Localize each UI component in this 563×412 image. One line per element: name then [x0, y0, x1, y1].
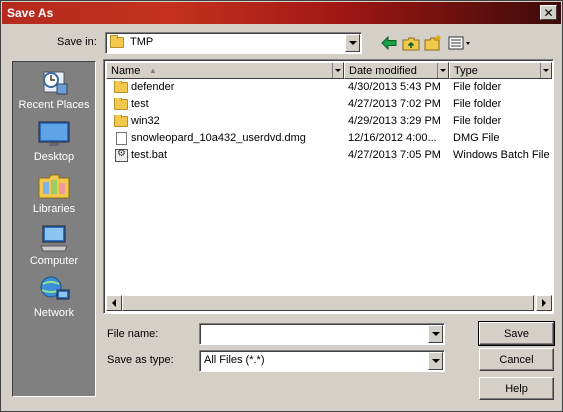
chevron-down-icon[interactable] [345, 34, 360, 52]
arrow-right-icon [542, 299, 546, 307]
arrow-left-icon [112, 299, 116, 307]
file-name: defender [131, 81, 175, 93]
scroll-left-button[interactable] [106, 295, 122, 311]
save-in-dropdown[interactable]: TMP [105, 32, 362, 54]
back-arrow-icon[interactable] [379, 34, 399, 52]
file-name-label: File name: [107, 328, 159, 340]
close-icon: ✕ [543, 5, 554, 20]
file-type: File folder [453, 98, 502, 110]
file-name-input[interactable] [199, 323, 445, 345]
scroll-right-button[interactable] [536, 295, 552, 311]
place-recent-places[interactable]: Recent Places [13, 66, 95, 111]
save-as-type-label: Save as type: [107, 354, 174, 366]
column-header-type[interactable]: Type [449, 62, 552, 79]
file-row[interactable]: win32 4/29/2013 3:29 PM File folder [106, 113, 552, 130]
file-row[interactable]: snowleopard_10a432_userdvd.dmg 12/16/201… [106, 130, 552, 147]
save-in-value: TMP [110, 34, 154, 48]
file-date: 4/27/2013 7:05 PM [348, 149, 441, 161]
place-label: Libraries [32, 203, 76, 215]
title-bar[interactable]: Save As ✕ [2, 2, 561, 24]
file-name: snowleopard_10a432_userdvd.dmg [131, 132, 306, 144]
sort-ascending-icon: ▲ [149, 66, 157, 75]
place-computer[interactable]: Computer [13, 222, 95, 267]
file-row[interactable]: test 4/27/2013 7:02 PM File folder [106, 96, 552, 113]
file-type: File folder [453, 81, 502, 93]
file-date: 12/16/2012 4:00... [348, 132, 437, 144]
file-list[interactable]: Name ▲ Date modified Type defender 4/30/… [103, 59, 554, 314]
desktop-icon [37, 118, 71, 148]
place-label: Computer [29, 255, 79, 267]
new-folder-icon[interactable] [423, 34, 443, 52]
chevron-down-icon[interactable] [332, 63, 343, 78]
column-header-label: Date modified [349, 65, 417, 77]
file-date: 4/29/2013 3:29 PM [348, 115, 441, 127]
chevron-down-icon[interactable] [437, 63, 448, 78]
view-menu-icon[interactable] [447, 34, 473, 52]
libraries-icon [37, 170, 71, 200]
folder-icon [110, 34, 124, 48]
save-as-dialog: Save As ✕ Save in: TMP Recent Places Des… [0, 0, 563, 412]
file-type: File folder [453, 115, 502, 127]
column-header-name[interactable]: Name ▲ [106, 62, 344, 79]
horizontal-scrollbar[interactable] [106, 295, 552, 311]
window-title: Save As [7, 6, 54, 20]
chevron-down-icon[interactable] [428, 352, 443, 370]
file-row[interactable]: test.bat 4/27/2013 7:05 PM Windows Batch… [106, 147, 552, 164]
place-label: Recent Places [18, 99, 90, 111]
places-bar: Recent Places Desktop Libraries Computer… [12, 61, 96, 397]
chevron-down-icon[interactable] [540, 63, 551, 78]
file-type: DMG File [453, 132, 500, 144]
column-header-label: Name [111, 65, 141, 77]
place-libraries[interactable]: Libraries [13, 170, 95, 215]
save-in-location: TMP [130, 36, 154, 48]
file-name: win32 [131, 115, 160, 127]
close-button[interactable]: ✕ [540, 5, 557, 20]
file-name: test.bat [131, 149, 168, 161]
file-type: Windows Batch File [453, 149, 550, 161]
save-as-type-dropdown[interactable]: All Files (*.*) [199, 350, 445, 372]
computer-icon [37, 222, 71, 252]
save-as-type-value: All Files (*.*) [204, 354, 265, 366]
network-icon [37, 274, 71, 304]
folder-icon [114, 98, 128, 110]
help-button[interactable]: Help [479, 377, 554, 400]
place-network[interactable]: Network [13, 274, 95, 319]
column-header-label: Type [454, 65, 478, 77]
cancel-button-label: Cancel [499, 353, 534, 366]
scrollbar-thumb[interactable] [122, 295, 534, 311]
save-button-label: Save [503, 327, 530, 340]
place-desktop[interactable]: Desktop [13, 118, 95, 163]
file-icon [116, 132, 127, 145]
up-folder-icon[interactable] [401, 34, 421, 52]
file-name: test [131, 98, 149, 110]
chevron-down-icon[interactable] [428, 325, 443, 343]
place-label: Desktop [33, 151, 75, 163]
help-button-label: Help [505, 382, 528, 395]
save-button[interactable]: Save [478, 321, 555, 346]
place-label: Network [33, 307, 75, 319]
folder-icon [114, 81, 128, 93]
save-in-label: Save in: [57, 36, 97, 48]
file-date: 4/27/2013 7:02 PM [348, 98, 441, 110]
recent-places-icon [37, 66, 71, 96]
file-date: 4/30/2013 5:43 PM [348, 81, 441, 93]
cancel-button[interactable]: Cancel [479, 348, 554, 371]
column-header-date-modified[interactable]: Date modified [344, 62, 449, 79]
folder-icon [114, 115, 128, 127]
file-row[interactable]: defender 4/30/2013 5:43 PM File folder [106, 79, 552, 96]
batch-file-icon [115, 149, 128, 162]
